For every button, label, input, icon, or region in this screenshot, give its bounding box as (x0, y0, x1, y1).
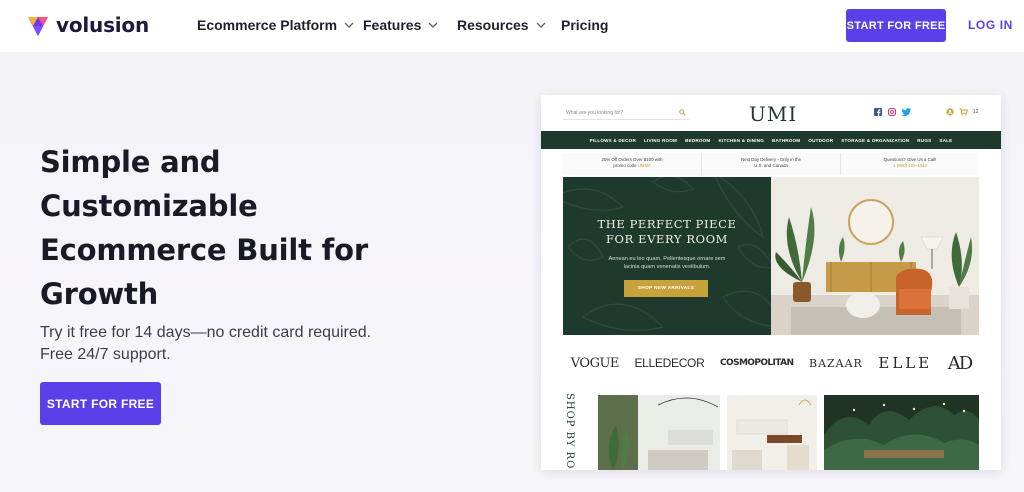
hero-title: Simple and Customizable Ecommerce Built … (40, 140, 420, 316)
nav-label: Resources (457, 17, 529, 33)
preview-category: KITCHEN & DINING (718, 137, 765, 143)
living-room-image (771, 177, 979, 335)
preview-category: BATHROOM (772, 137, 801, 143)
banner-description-line: lacinia quam venenatis vestibulum. (623, 264, 711, 270)
umi-logo: UMI (749, 102, 798, 126)
shop-new-arrivals-button: SHOP NEW ARRIVALS (624, 280, 708, 297)
preview-category: STORAGE & ORGANIZATION (841, 137, 910, 143)
nav-label: Pricing (561, 17, 609, 33)
nav-resources[interactable]: Resources (457, 17, 546, 33)
press-logo-bazaar: BAZAAR (808, 356, 863, 370)
nav-label: Ecommerce Platform (197, 17, 338, 33)
press-logo-elledecor: ELLEDECOR (634, 356, 705, 370)
press-logo-ad: AD (947, 352, 973, 374)
nav-ecommerce-platform[interactable]: Ecommerce Platform (197, 17, 354, 33)
press-logo-elle: ELLE (878, 354, 933, 372)
instagram-icon (888, 108, 896, 116)
chevron-down-icon (428, 22, 438, 28)
press-logos: VOGUE ELLEDECOR COSMOPOLITAN BAZAAR ELLE… (563, 351, 979, 375)
nav-label: Features (363, 17, 422, 33)
room-photo-outdoor (824, 395, 979, 470)
preview-hero-banner: THE PERFECT PIECE FOR EVERY ROOM Aenean … (563, 177, 979, 335)
shop-by-room-label: SHOP BY ROOM (553, 393, 583, 470)
promo-cell: Next Day Delivery - Only in the U.S. and… (702, 153, 841, 175)
volusion-logo-icon (28, 17, 48, 36)
preview-account-cart: 12 (946, 108, 979, 116)
hero-title-line: Ecommerce Built for (40, 233, 368, 267)
press-logo-cosmopolitan: COSMOPOLITAN (720, 358, 794, 368)
preview-search-bar: What are you looking for? (563, 106, 689, 120)
facebook-icon (874, 108, 882, 116)
hero-title-line: Simple and (40, 145, 221, 179)
room-image (824, 395, 979, 470)
promo-cell: Questions? Give Us a Call! 1 (800) 123-4… (841, 153, 979, 175)
promo-text: promo code (613, 163, 638, 168)
press-logo-vogue: VOGUE (570, 355, 620, 371)
promo-highlight: UMI20 (637, 163, 651, 168)
search-icon (679, 109, 686, 116)
preview-category: BEDROOM (685, 137, 711, 143)
preview-category: SALE (939, 137, 953, 143)
hero-subtitle-line: Try it free for 14 days—no credit card r… (40, 324, 372, 341)
cart-icon (959, 108, 968, 116)
hero-title-line: Growth (40, 277, 159, 311)
hero-title-line: Customizable (40, 189, 258, 223)
banner-headline-line: THE PERFECT PIECE (597, 217, 737, 231)
promo-highlight: 1 (800) 123-4444 (893, 163, 927, 168)
banner-headline-line: FOR EVERY ROOM (605, 232, 729, 246)
chevron-down-icon (344, 22, 354, 28)
hero-subtitle-line: Free 24/7 support. (40, 346, 171, 363)
room-image (727, 395, 817, 470)
preview-category-bar: PILLOWS & DECOR LIVING ROOM BEDROOM KITC… (541, 131, 1001, 149)
shop-by-room-text: SHOP BY ROOM (564, 393, 575, 470)
brand-name: volusion (56, 13, 150, 37)
login-link[interactable]: LOG IN (968, 18, 1013, 32)
start-for-free-button[interactable]: START FOR FREE (846, 9, 946, 42)
banner-description-line: Aenean eu leo quam. Pellentesque ornare … (608, 256, 726, 262)
promo-line: promo code UMI20 (563, 163, 701, 169)
banner-text-panel: THE PERFECT PIECE FOR EVERY ROOM Aenean … (563, 177, 771, 335)
chevron-down-icon (536, 22, 546, 28)
preview-promo-strip: 20% Off Orders Over $100 with promo code… (563, 153, 979, 175)
hero-subtitle: Try it free for 14 days—no credit card r… (40, 322, 420, 366)
preview-social-links (874, 108, 911, 116)
room-photo-bedroom (727, 395, 817, 470)
preview-search-placeholder: What are you looking for? (566, 109, 623, 116)
living-room-photo (771, 177, 979, 335)
hero-start-for-free-button[interactable]: START FOR FREE (40, 382, 161, 425)
cart-count: 12 (973, 109, 979, 115)
room-photo-living (598, 395, 720, 470)
preview-category: PILLOWS & DECOR (589, 137, 636, 143)
promo-cell: 20% Off Orders Over $100 with promo code… (563, 153, 702, 175)
twitter-icon (902, 108, 911, 116)
store-preview-screenshot: What are you looking for? UMI 12 PILLOWS… (541, 95, 1001, 470)
volusion-logo[interactable]: volusion (27, 13, 149, 37)
preview-category: OUTDOOR (808, 137, 834, 143)
user-icon (946, 108, 954, 116)
nav-pricing[interactable]: Pricing (561, 17, 608, 33)
preview-category: LIVING ROOM (643, 137, 678, 143)
banner-headline: THE PERFECT PIECE FOR EVERY ROOM (563, 217, 771, 247)
promo-line: U.S. and Canada (754, 163, 788, 168)
preview-category: RUGS (917, 137, 932, 143)
room-image (598, 395, 720, 470)
nav-features[interactable]: Features (363, 17, 438, 33)
banner-description: Aenean eu leo quam. Pellentesque ornare … (591, 255, 743, 271)
top-navigation: volusion Ecommerce Platform Features Res… (0, 0, 1024, 52)
